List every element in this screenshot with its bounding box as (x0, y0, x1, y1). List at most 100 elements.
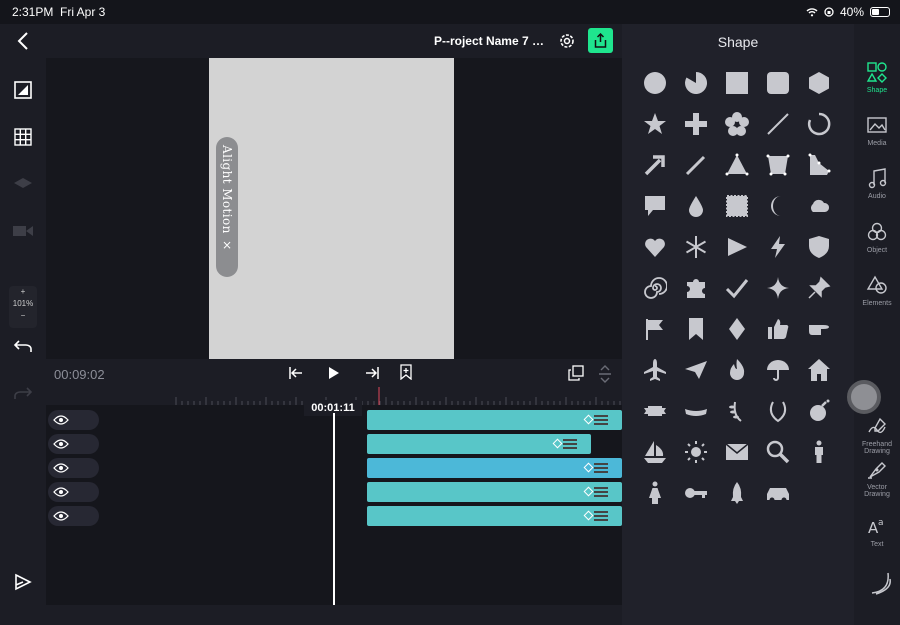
shape-star-icon[interactable] (634, 103, 675, 144)
shape-shield-icon[interactable] (798, 226, 839, 267)
shape-flower-icon[interactable] (716, 103, 757, 144)
drag-handle-icon[interactable] (563, 439, 577, 449)
shape-polygon-icon[interactable] (798, 144, 839, 185)
aspect-ratio-icon[interactable] (11, 78, 35, 102)
shape-lightning-icon[interactable] (757, 226, 798, 267)
shape-diamond-icon[interactable] (716, 308, 757, 349)
shape-hexagon-icon[interactable] (798, 62, 839, 103)
shape-pushpin-icon[interactable] (798, 267, 839, 308)
shape-house-icon[interactable] (798, 349, 839, 390)
shape-check-icon[interactable] (716, 267, 757, 308)
bookmark-add-icon[interactable] (400, 364, 412, 385)
drag-handle-icon[interactable] (594, 487, 608, 497)
undo-icon[interactable] (11, 334, 35, 358)
shape-umbrella-icon[interactable] (757, 349, 798, 390)
redo-icon (11, 381, 35, 405)
shape-speech-bubble-icon[interactable] (634, 185, 675, 226)
shape-snowflake-icon[interactable] (675, 226, 716, 267)
play-icon[interactable] (328, 366, 340, 385)
shape-pointing-hand-icon[interactable] (798, 308, 839, 349)
shape-rounded-square-icon[interactable] (757, 62, 798, 103)
drag-handle-icon[interactable] (594, 415, 608, 425)
project-canvas[interactable] (209, 58, 454, 359)
rail-item-object[interactable]: Object (854, 220, 900, 254)
track-visibility-toggle[interactable] (48, 458, 99, 478)
shape-heart-icon[interactable] (634, 226, 675, 267)
watermark-badge[interactable]: Alight Motion × (216, 137, 238, 277)
grid-icon[interactable] (11, 125, 35, 149)
shape-pencil-icon[interactable] (675, 144, 716, 185)
drag-handle-icon[interactable] (594, 463, 608, 473)
project-name[interactable]: P--roject Name 7 … (434, 34, 544, 48)
skip-to-start-icon[interactable] (288, 366, 304, 385)
shape-play-triangle-icon[interactable] (716, 226, 757, 267)
shape-man-icon[interactable] (798, 431, 839, 472)
track-visibility-toggle[interactable] (48, 506, 99, 526)
shape-sailboat-icon[interactable] (634, 431, 675, 472)
rail-item-media[interactable]: Media (854, 113, 900, 147)
shape-bomb-icon[interactable] (798, 390, 839, 431)
shape-airplane-icon[interactable] (634, 349, 675, 390)
shape-spiral-icon[interactable] (634, 267, 675, 308)
shape-rocket-icon[interactable] (716, 472, 757, 513)
export-button[interactable] (588, 28, 613, 53)
shape-magnifier-icon[interactable] (757, 431, 798, 472)
track-clip[interactable] (367, 434, 591, 454)
shape-envelope-icon[interactable] (716, 431, 757, 472)
shape-moon-icon[interactable] (757, 185, 798, 226)
rail-item-vector-drawing[interactable]: Vector Drawing (854, 457, 900, 498)
track-visibility-toggle[interactable] (48, 410, 99, 430)
shape-sun-icon[interactable] (675, 431, 716, 472)
rail-item-shape[interactable]: Shape (854, 60, 900, 94)
shape-drop-icon[interactable] (675, 185, 716, 226)
playhead[interactable] (333, 413, 335, 605)
shape-laurel-wreath-icon[interactable] (757, 390, 798, 431)
shape-paper-plane-icon[interactable] (675, 349, 716, 390)
shape-laurel-left-icon[interactable] (716, 390, 757, 431)
shape-car-icon[interactable] (757, 472, 798, 513)
shape-cloud-icon[interactable] (798, 185, 839, 226)
shape-bookmark-icon[interactable] (675, 308, 716, 349)
shape-thumbs-up-icon[interactable] (757, 308, 798, 349)
rail-item-elements[interactable]: Elements (854, 273, 900, 307)
shape-puzzle-icon[interactable] (675, 267, 716, 308)
back-chevron-icon[interactable] (11, 29, 35, 53)
shape-sparkle-icon[interactable] (757, 267, 798, 308)
shape-stamp-icon[interactable] (716, 185, 757, 226)
play-preview-icon[interactable] (11, 570, 35, 594)
gear-icon[interactable] (558, 32, 576, 55)
zoom-out-button[interactable]: − (9, 310, 37, 322)
rail-item-audio[interactable]: Audio (854, 166, 900, 200)
zoom-in-button[interactable]: + (9, 286, 37, 298)
shape-ribbon-banner-icon[interactable] (634, 390, 675, 431)
shape-line-icon[interactable] (757, 103, 798, 144)
shape-ribbon-curved-icon[interactable] (675, 390, 716, 431)
track-visibility-toggle[interactable] (48, 482, 99, 502)
track-clip[interactable] (367, 458, 622, 478)
shape-triangle-icon[interactable] (716, 144, 757, 185)
timeline-scroll[interactable] (46, 605, 622, 625)
track-clip[interactable] (367, 482, 622, 502)
shape-flag-icon[interactable] (634, 308, 675, 349)
shape-quad-icon[interactable] (757, 144, 798, 185)
shape-pie-icon[interactable] (675, 62, 716, 103)
shape-circle-icon[interactable] (634, 62, 675, 103)
track-clip[interactable] (367, 410, 622, 430)
rail-item-text[interactable]: Aa Text (854, 514, 900, 548)
shape-key-icon[interactable] (675, 472, 716, 513)
shape-flame-icon[interactable] (716, 349, 757, 390)
shape-plus-icon[interactable] (675, 103, 716, 144)
copy-icon[interactable] (568, 365, 584, 386)
shape-woman-icon[interactable] (634, 472, 675, 513)
drag-handle-icon[interactable] (594, 511, 608, 521)
zoom-control[interactable]: + 101% − (9, 286, 37, 328)
track-clip[interactable] (367, 506, 622, 526)
shape-arrow-icon[interactable] (634, 144, 675, 185)
floating-assistive-button[interactable] (847, 380, 881, 414)
expand-vertical-icon[interactable] (598, 365, 612, 388)
track-visibility-toggle[interactable] (48, 434, 99, 454)
skip-to-end-icon[interactable] (364, 366, 380, 385)
shape-arc-icon[interactable] (798, 103, 839, 144)
rail-item-freehand-drawing[interactable]: Freehand Drawing (854, 414, 900, 455)
shape-square-icon[interactable] (716, 62, 757, 103)
